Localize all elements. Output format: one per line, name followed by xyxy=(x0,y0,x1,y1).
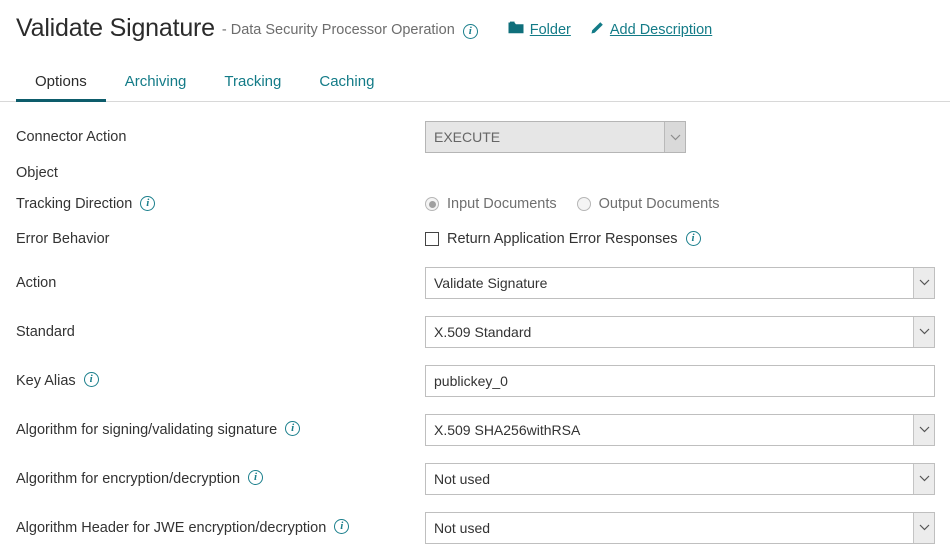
return-app-error-checkbox[interactable] xyxy=(425,232,439,246)
row-tracking-direction: Tracking Direction i Input Documents Out… xyxy=(0,188,950,220)
return-app-error-label: Return Application Error Responses xyxy=(447,231,678,247)
radio-output-documents-label: Output Documents xyxy=(599,196,720,212)
action-control: Validate Signature xyxy=(425,267,935,299)
object-label: Object xyxy=(16,165,425,181)
folder-icon xyxy=(508,21,524,39)
action-label: Action xyxy=(16,275,425,291)
algorithm-signing-value: X.509 SHA256withRSA xyxy=(434,422,580,438)
info-icon[interactable]: i xyxy=(140,196,155,211)
action-value: Validate Signature xyxy=(434,275,547,291)
radio-input-documents-button xyxy=(425,197,439,211)
tab-caching[interactable]: Caching xyxy=(300,73,393,101)
error-behavior-control: Return Application Error Responses i xyxy=(425,231,934,247)
chevron-down-icon xyxy=(664,122,685,152)
algorithm-encryption-value: Not used xyxy=(434,471,490,487)
row-algorithm-header-jwe: Algorithm Header for JWE encryption/decr… xyxy=(0,503,950,552)
action-select[interactable]: Validate Signature xyxy=(425,267,935,299)
info-icon[interactable]: i xyxy=(686,231,701,246)
algorithm-signing-label-text: Algorithm for signing/validating signatu… xyxy=(16,422,277,438)
algorithm-header-jwe-control: Not used xyxy=(425,512,935,544)
algorithm-signing-label: Algorithm for signing/validating signatu… xyxy=(16,422,425,438)
key-alias-control xyxy=(425,365,935,397)
tracking-direction-label: Tracking Direction i xyxy=(16,196,425,212)
options-form: Connector Action EXECUTE Object Tracking… xyxy=(0,102,950,552)
tracking-direction-label-text: Tracking Direction xyxy=(16,196,132,212)
info-icon[interactable]: i xyxy=(285,421,300,436)
page-subtitle: - Data Security Processor Operation xyxy=(222,22,455,38)
standard-control: X.509 Standard xyxy=(425,316,935,348)
row-object: Object xyxy=(0,158,950,188)
info-icon[interactable]: i xyxy=(248,470,263,485)
connector-action-control: EXECUTE xyxy=(425,121,934,153)
tracking-direction-control: Input Documents Output Documents xyxy=(425,196,934,212)
chevron-down-icon[interactable] xyxy=(913,415,934,445)
page-title: Validate Signature xyxy=(16,14,215,43)
standard-value: X.509 Standard xyxy=(434,324,531,340)
algorithm-header-jwe-label-text: Algorithm Header for JWE encryption/decr… xyxy=(16,520,326,536)
row-key-alias: Key Alias i xyxy=(0,356,950,405)
connector-action-label: Connector Action xyxy=(16,129,425,145)
algorithm-encryption-label: Algorithm for encryption/decryption i xyxy=(16,471,425,487)
algorithm-header-jwe-select[interactable]: Not used xyxy=(425,512,935,544)
tab-bar: Options Archiving Tracking Caching xyxy=(0,56,950,102)
info-icon[interactable]: i xyxy=(334,519,349,534)
radio-output-documents: Output Documents xyxy=(577,196,720,212)
chevron-down-icon[interactable] xyxy=(913,317,934,347)
algorithm-signing-select[interactable]: X.509 SHA256withRSA xyxy=(425,414,935,446)
row-algorithm-encryption: Algorithm for encryption/decryption i No… xyxy=(0,454,950,503)
row-error-behavior: Error Behavior Return Application Error … xyxy=(0,220,950,258)
key-alias-label: Key Alias i xyxy=(16,373,425,389)
connector-action-select: EXECUTE xyxy=(425,121,686,153)
row-algorithm-signing: Algorithm for signing/validating signatu… xyxy=(0,405,950,454)
key-alias-label-text: Key Alias xyxy=(16,373,76,389)
folder-link-label: Folder xyxy=(530,22,571,38)
tab-tracking[interactable]: Tracking xyxy=(205,73,300,101)
add-description-link[interactable]: Add Description xyxy=(589,21,712,40)
info-icon[interactable]: i xyxy=(463,24,478,39)
row-standard: Standard X.509 Standard xyxy=(0,307,950,356)
error-behavior-label: Error Behavior xyxy=(16,231,425,247)
algorithm-signing-control: X.509 SHA256withRSA xyxy=(425,414,935,446)
algorithm-header-jwe-label: Algorithm Header for JWE encryption/decr… xyxy=(16,520,425,536)
algorithm-header-jwe-value: Not used xyxy=(434,520,490,536)
row-connector-action: Connector Action EXECUTE xyxy=(0,116,950,158)
add-description-label: Add Description xyxy=(610,22,712,38)
header-actions: Folder Add Description xyxy=(508,21,712,40)
pencil-icon xyxy=(589,21,604,40)
chevron-down-icon[interactable] xyxy=(913,268,934,298)
chevron-down-icon[interactable] xyxy=(913,513,934,543)
page-header: Validate Signature - Data Security Proce… xyxy=(0,0,950,56)
chevron-down-icon[interactable] xyxy=(913,464,934,494)
standard-select[interactable]: X.509 Standard xyxy=(425,316,935,348)
folder-link[interactable]: Folder xyxy=(508,21,571,39)
algorithm-encryption-control: Not used xyxy=(425,463,935,495)
tab-options[interactable]: Options xyxy=(16,73,106,101)
radio-input-documents-label: Input Documents xyxy=(447,196,557,212)
algorithm-encryption-label-text: Algorithm for encryption/decryption xyxy=(16,471,240,487)
return-app-error-checkbox-item: Return Application Error Responses i xyxy=(425,231,701,247)
radio-output-documents-button xyxy=(577,197,591,211)
row-action: Action Validate Signature xyxy=(0,258,950,307)
radio-input-documents: Input Documents xyxy=(425,196,557,212)
algorithm-encryption-select[interactable]: Not used xyxy=(425,463,935,495)
connector-action-value: EXECUTE xyxy=(434,129,500,145)
key-alias-input[interactable] xyxy=(425,365,935,397)
tracking-direction-radio-group: Input Documents Output Documents xyxy=(425,196,720,212)
tab-archiving[interactable]: Archiving xyxy=(106,73,206,101)
standard-label: Standard xyxy=(16,324,425,340)
info-icon[interactable]: i xyxy=(84,372,99,387)
